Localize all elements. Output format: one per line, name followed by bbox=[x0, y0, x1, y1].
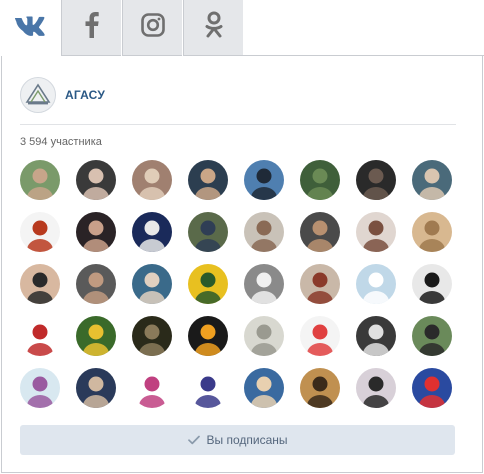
subscribed-label: Вы подписаны bbox=[206, 433, 288, 447]
member-avatar[interactable] bbox=[244, 368, 284, 408]
member-avatar[interactable] bbox=[188, 368, 228, 408]
member-avatar[interactable] bbox=[356, 212, 396, 252]
member-avatar[interactable] bbox=[412, 264, 452, 304]
member-avatar[interactable] bbox=[300, 264, 340, 304]
member-avatar[interactable] bbox=[300, 212, 340, 252]
member-avatar[interactable] bbox=[132, 264, 172, 304]
member-avatar[interactable] bbox=[244, 316, 284, 356]
member-avatar[interactable] bbox=[300, 368, 340, 408]
member-avatar[interactable] bbox=[76, 316, 116, 356]
member-avatar[interactable] bbox=[188, 316, 228, 356]
vk-logo-icon bbox=[14, 16, 46, 41]
social-tabs bbox=[0, 0, 484, 56]
member-avatar[interactable] bbox=[300, 160, 340, 200]
odnoklassniki-icon bbox=[204, 11, 224, 44]
member-avatar[interactable] bbox=[356, 160, 396, 200]
members-count[interactable]: 3 594 участника bbox=[20, 136, 102, 148]
member-avatar[interactable] bbox=[132, 212, 172, 252]
tab-facebook[interactable] bbox=[61, 0, 121, 56]
member-avatar[interactable] bbox=[412, 212, 452, 252]
member-avatar[interactable] bbox=[132, 160, 172, 200]
member-avatar[interactable] bbox=[412, 316, 452, 356]
member-avatar[interactable] bbox=[244, 212, 284, 252]
member-avatar[interactable] bbox=[20, 264, 60, 304]
member-avatar[interactable] bbox=[76, 160, 116, 200]
instagram-icon bbox=[140, 13, 165, 42]
member-avatar[interactable] bbox=[132, 368, 172, 408]
group-name[interactable]: АГАСУ bbox=[65, 88, 105, 102]
member-avatar[interactable] bbox=[356, 316, 396, 356]
member-avatar[interactable] bbox=[76, 368, 116, 408]
group-logo[interactable] bbox=[20, 77, 56, 113]
subscribed-button[interactable]: Вы подписаны bbox=[20, 425, 455, 455]
tab-odnoklassniki[interactable] bbox=[183, 0, 243, 56]
member-avatar[interactable] bbox=[132, 316, 172, 356]
member-avatar[interactable] bbox=[20, 316, 60, 356]
member-avatar[interactable] bbox=[244, 264, 284, 304]
member-avatar[interactable] bbox=[244, 160, 284, 200]
member-avatar[interactable] bbox=[188, 212, 228, 252]
header-divider bbox=[20, 124, 456, 125]
member-avatar[interactable] bbox=[76, 264, 116, 304]
tab-vk[interactable] bbox=[0, 0, 60, 56]
member-avatar[interactable] bbox=[188, 264, 228, 304]
member-avatar[interactable] bbox=[412, 368, 452, 408]
facebook-icon bbox=[85, 12, 99, 43]
member-avatar[interactable] bbox=[356, 368, 396, 408]
member-avatar[interactable] bbox=[356, 264, 396, 304]
check-icon bbox=[187, 435, 200, 445]
member-avatar[interactable] bbox=[412, 160, 452, 200]
member-avatar[interactable] bbox=[20, 212, 60, 252]
tab-instagram[interactable] bbox=[122, 0, 182, 56]
member-avatar[interactable] bbox=[188, 160, 228, 200]
member-avatar[interactable] bbox=[20, 160, 60, 200]
members-avatar-grid bbox=[20, 160, 460, 412]
member-avatar[interactable] bbox=[300, 316, 340, 356]
member-avatar[interactable] bbox=[76, 212, 116, 252]
member-avatar[interactable] bbox=[20, 368, 60, 408]
